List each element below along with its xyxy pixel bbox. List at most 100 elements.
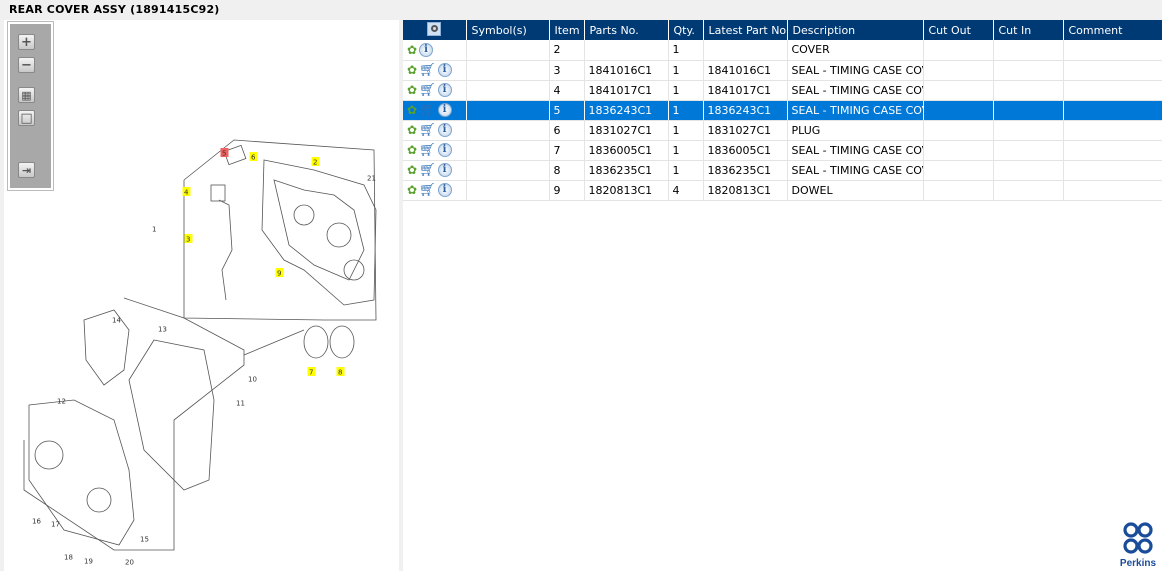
callout-17[interactable]: 17	[51, 521, 60, 529]
callout-10[interactable]: 10	[248, 376, 257, 384]
column-header[interactable]: Description	[787, 20, 924, 40]
description-cell: SEAL - TIMING CASE COVE	[787, 80, 924, 101]
cut-in-cell	[993, 100, 1064, 121]
cut-out-cell	[923, 160, 994, 181]
callout-13[interactable]: 13	[158, 326, 167, 334]
info-icon[interactable]: i	[437, 163, 452, 177]
callout-7[interactable]: 7	[309, 369, 313, 377]
table-row[interactable]: ✿ 🛒︎ i 3 1841016C1 1 1841016C1 SEAL - TIMI…	[403, 60, 1162, 81]
exploded-diagram[interactable]: 12345 67 8910111213141516 1718 19 2021	[4, 20, 399, 571]
cut-in-cell	[993, 180, 1064, 201]
callout-9[interactable]: 9	[277, 270, 281, 278]
actual-size-button[interactable]: □	[18, 110, 35, 126]
table-row[interactable]: ✿ 🛒︎ i 6 1831027C1 1 1831027C1 PLUG	[403, 120, 1162, 141]
callout-11[interactable]: 11	[236, 400, 245, 408]
callout-2[interactable]: 2	[313, 159, 317, 167]
export-button[interactable]: ⇥	[18, 162, 35, 178]
gear-icon[interactable]: ✿	[407, 43, 417, 57]
description-cell: DOWEL	[787, 180, 924, 201]
description-cell: COVER	[787, 40, 924, 61]
gear-icon[interactable]: ✿	[407, 83, 417, 97]
table-row[interactable]: ✿ 🛒︎ i 5 1836243C1 1 1836243C1 SEAL - TIMI…	[403, 100, 1162, 121]
search-column-header[interactable]	[403, 20, 467, 40]
callout-3[interactable]: 3	[186, 236, 190, 244]
callout-4[interactable]: 4	[184, 189, 189, 197]
cart-icon[interactable]: 🛒︎	[419, 143, 436, 158]
item-cell: 9	[549, 180, 585, 201]
callout-18[interactable]: 18	[64, 554, 73, 562]
cut-out-cell	[923, 100, 994, 121]
info-icon[interactable]: i	[437, 143, 452, 157]
info-icon[interactable]: i	[437, 123, 452, 137]
cart-icon[interactable]: 🛒︎	[419, 123, 436, 138]
info-icon[interactable]: i	[437, 103, 452, 117]
callout-15[interactable]: 15	[140, 536, 149, 544]
gear-icon[interactable]: ✿	[407, 183, 417, 197]
cart-icon[interactable]: 🛒︎	[419, 83, 436, 98]
column-header[interactable]: Item	[549, 20, 585, 40]
callout-16[interactable]: 16	[32, 518, 41, 526]
parts-no-cell: 1841016C1	[584, 60, 669, 81]
gear-icon[interactable]: ✿	[407, 163, 417, 177]
latest-part-no-cell: 1836235C1	[703, 160, 788, 181]
symbols-cell	[466, 140, 550, 161]
cart-icon[interactable]: 🛒︎	[419, 163, 436, 178]
row-actions: ✿ 🛒︎ i	[403, 120, 467, 141]
callout-20[interactable]: 20	[125, 559, 134, 567]
cut-out-cell	[923, 40, 994, 61]
item-cell: 2	[549, 40, 585, 61]
qty-cell: 1	[668, 40, 704, 61]
info-icon[interactable]: i	[419, 42, 434, 57]
info-icon[interactable]: i	[437, 63, 452, 77]
callout-1[interactable]: 1	[152, 226, 156, 234]
table-row[interactable]: ✿ i 2 1 COVER	[403, 40, 1162, 61]
column-header[interactable]: Latest Part No.	[703, 20, 788, 40]
gear-icon[interactable]: ✿	[407, 63, 417, 77]
qty-cell: 1	[668, 60, 704, 81]
column-header[interactable]: Cut In	[993, 20, 1064, 40]
item-cell: 8	[549, 160, 585, 181]
comment-cell	[1063, 180, 1162, 201]
column-header[interactable]: Comment	[1063, 20, 1162, 40]
callout-12[interactable]: 12	[57, 398, 66, 406]
fit-to-window-button[interactable]: ▦	[18, 87, 35, 103]
callout-19[interactable]: 19	[84, 558, 93, 566]
column-header[interactable]: Cut Out	[923, 20, 994, 40]
zoom-out-button[interactable]: −	[18, 57, 35, 73]
description-cell: PLUG	[787, 120, 924, 141]
callout-6[interactable]: 6	[251, 154, 256, 162]
perkins-logo: Perkins	[1118, 521, 1158, 569]
info-icon[interactable]: i	[437, 183, 452, 197]
info-icon[interactable]: i	[437, 83, 452, 97]
callout-21[interactable]: 21	[367, 175, 376, 183]
cart-icon[interactable]: 🛒︎	[419, 63, 436, 78]
callout-14[interactable]: 14	[112, 317, 121, 325]
cart-icon[interactable]: 🛒︎	[419, 183, 436, 198]
qty-cell: 4	[668, 180, 704, 201]
gear-icon[interactable]: ✿	[407, 143, 417, 157]
comment-cell	[1063, 140, 1162, 161]
latest-part-no-cell: 1836005C1	[703, 140, 788, 161]
callout-5[interactable]: 5	[222, 150, 226, 158]
cut-out-cell	[923, 140, 994, 161]
column-header[interactable]: Symbol(s)	[466, 20, 550, 40]
page-title: REAR COVER ASSY (1891415C92)	[9, 3, 220, 16]
item-cell: 6	[549, 120, 585, 141]
table-row[interactable]: ✿ 🛒︎ i 4 1841017C1 1 1841017C1 SEAL - TIMI…	[403, 80, 1162, 101]
gear-icon[interactable]: ✿	[407, 123, 417, 137]
row-actions: ✿ 🛒︎ i	[403, 80, 467, 101]
column-header[interactable]: Qty.	[668, 20, 704, 40]
callout-8[interactable]: 8	[338, 369, 342, 377]
search-icon[interactable]	[427, 21, 442, 36]
gear-icon[interactable]: ✿	[407, 103, 417, 117]
item-cell: 3	[549, 60, 585, 81]
table-row[interactable]: ✿ 🛒︎ i 8 1836235C1 1 1836235C1 SEAL - TIMI…	[403, 160, 1162, 181]
latest-part-no-cell: 1841017C1	[703, 80, 788, 101]
zoom-in-button[interactable]: +	[18, 34, 35, 50]
diagram-pane[interactable]: 1 2 3 4 5 6 7 8 9 10 11 12 13 14 15 16 17 18 19 20 21 + − ▦ …	[4, 20, 399, 571]
table-row[interactable]: ✿ 🛒︎ i 9 1820813C1 4 1820813C1 DOWEL	[403, 180, 1162, 201]
cart-icon[interactable]: 🛒︎	[419, 103, 436, 118]
description-cell: SEAL - TIMING CASE COVE	[787, 160, 924, 181]
column-header[interactable]: Parts No.	[584, 20, 669, 40]
table-row[interactable]: ✿ 🛒︎ i 7 1836005C1 1 1836005C1 SEAL - TIMI…	[403, 140, 1162, 161]
